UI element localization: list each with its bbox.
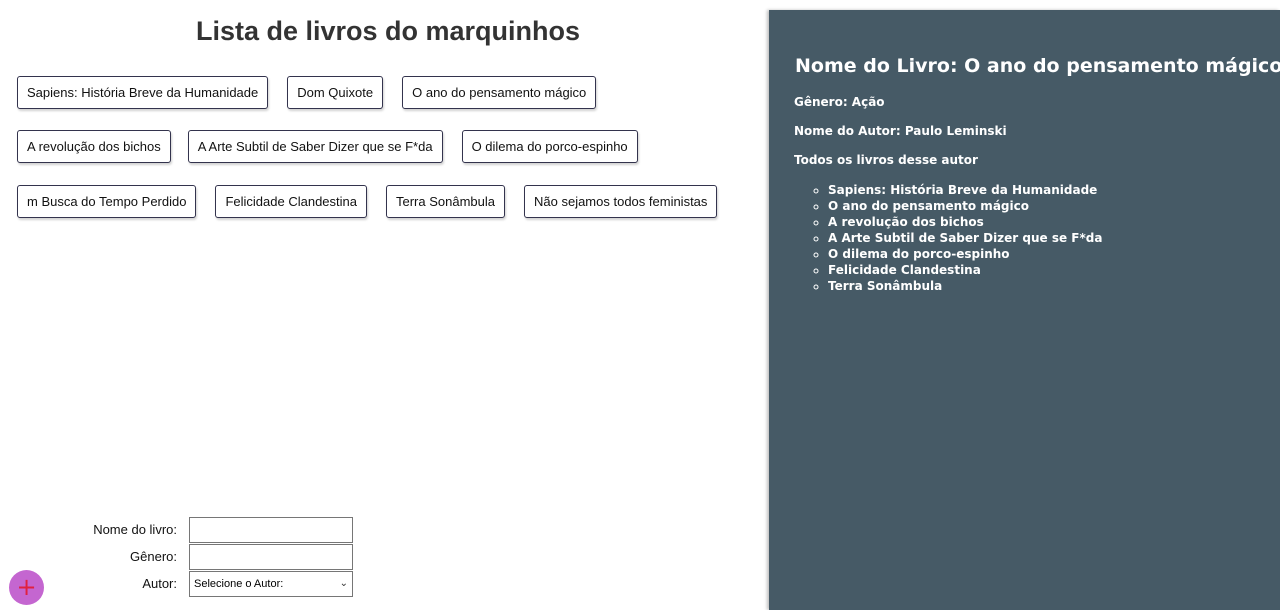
book-button[interactable]: Dom Quixote [287, 76, 384, 109]
list-item: Sapiens: História Breve da Humanidade [828, 182, 1102, 198]
genre-row: Gênero: [60, 543, 353, 570]
book-button[interactable]: Terra Sonâmbula [386, 185, 505, 218]
add-book-button[interactable]: + [9, 570, 44, 605]
book-row-3: m Busca do Tempo Perdido Felicidade Clan… [17, 185, 718, 218]
book-name-input[interactable] [189, 516, 353, 543]
book-button[interactable]: Sapiens: História Breve da Humanidade [17, 76, 269, 109]
page-title: Lista de livros do marquinhos [195, 16, 581, 46]
book-row-2: A revolução dos bichos A Arte Subtil de … [17, 130, 638, 163]
book-name-row: Nome do livro: [60, 516, 353, 543]
genre-label: Gênero: [130, 549, 177, 564]
author-select[interactable]: Selecione o Autor: ⌄ [189, 570, 353, 597]
book-button[interactable]: O ano do pensamento mágico [402, 76, 597, 109]
book-button[interactable]: A revolução dos bichos [17, 130, 171, 163]
list-item: O dilema do porco-espinho [828, 246, 1102, 262]
detail-title: Nome do Livro: O ano do pensamento mágic… [795, 55, 1280, 77]
detail-author: Nome do Autor: Paulo Leminski [794, 124, 1007, 138]
list-item: A revolução dos bichos [828, 214, 1102, 230]
detail-genre: Gênero: Ação [794, 95, 885, 109]
author-select-value: Selecione o Autor: [194, 577, 284, 590]
author-books-list: Sapiens: História Breve da Humanidade O … [813, 182, 1102, 294]
book-button[interactable]: Não sejamos todos feministas [524, 185, 718, 218]
book-button[interactable]: O dilema do porco-espinho [461, 130, 638, 163]
add-book-form: Nome do livro: Gênero: Autor: Selecione … [60, 516, 353, 597]
list-item: A Arte Subtil de Saber Dizer que se F*da [828, 230, 1102, 246]
list-item: O ano do pensamento mágico [828, 198, 1102, 214]
plus-icon: + [16, 573, 37, 601]
author-row: Autor: Selecione o Autor: ⌄ [60, 570, 353, 597]
book-button[interactable]: A Arte Subtil de Saber Dizer que se F*da [187, 130, 443, 163]
author-books-heading: Todos os livros desse autor [794, 153, 978, 167]
list-item: Felicidade Clandestina [828, 262, 1102, 278]
book-name-label: Nome do livro: [93, 522, 177, 537]
book-row-1: Sapiens: História Breve da Humanidade Do… [17, 76, 597, 109]
chevron-down-icon: ⌄ [339, 578, 348, 589]
book-list-section: Lista de livros do marquinhos Sapiens: H… [0, 0, 769, 610]
book-button[interactable]: Felicidade Clandestina [215, 185, 367, 218]
book-detail-panel: Nome do Livro: O ano do pensamento mágic… [769, 10, 1280, 610]
app-root: Lista de livros do marquinhos Sapiens: H… [0, 0, 1280, 610]
genre-input[interactable] [189, 543, 353, 570]
author-label: Autor: [142, 576, 177, 591]
book-button[interactable]: m Busca do Tempo Perdido [17, 185, 197, 218]
list-item: Terra Sonâmbula [828, 278, 1102, 294]
